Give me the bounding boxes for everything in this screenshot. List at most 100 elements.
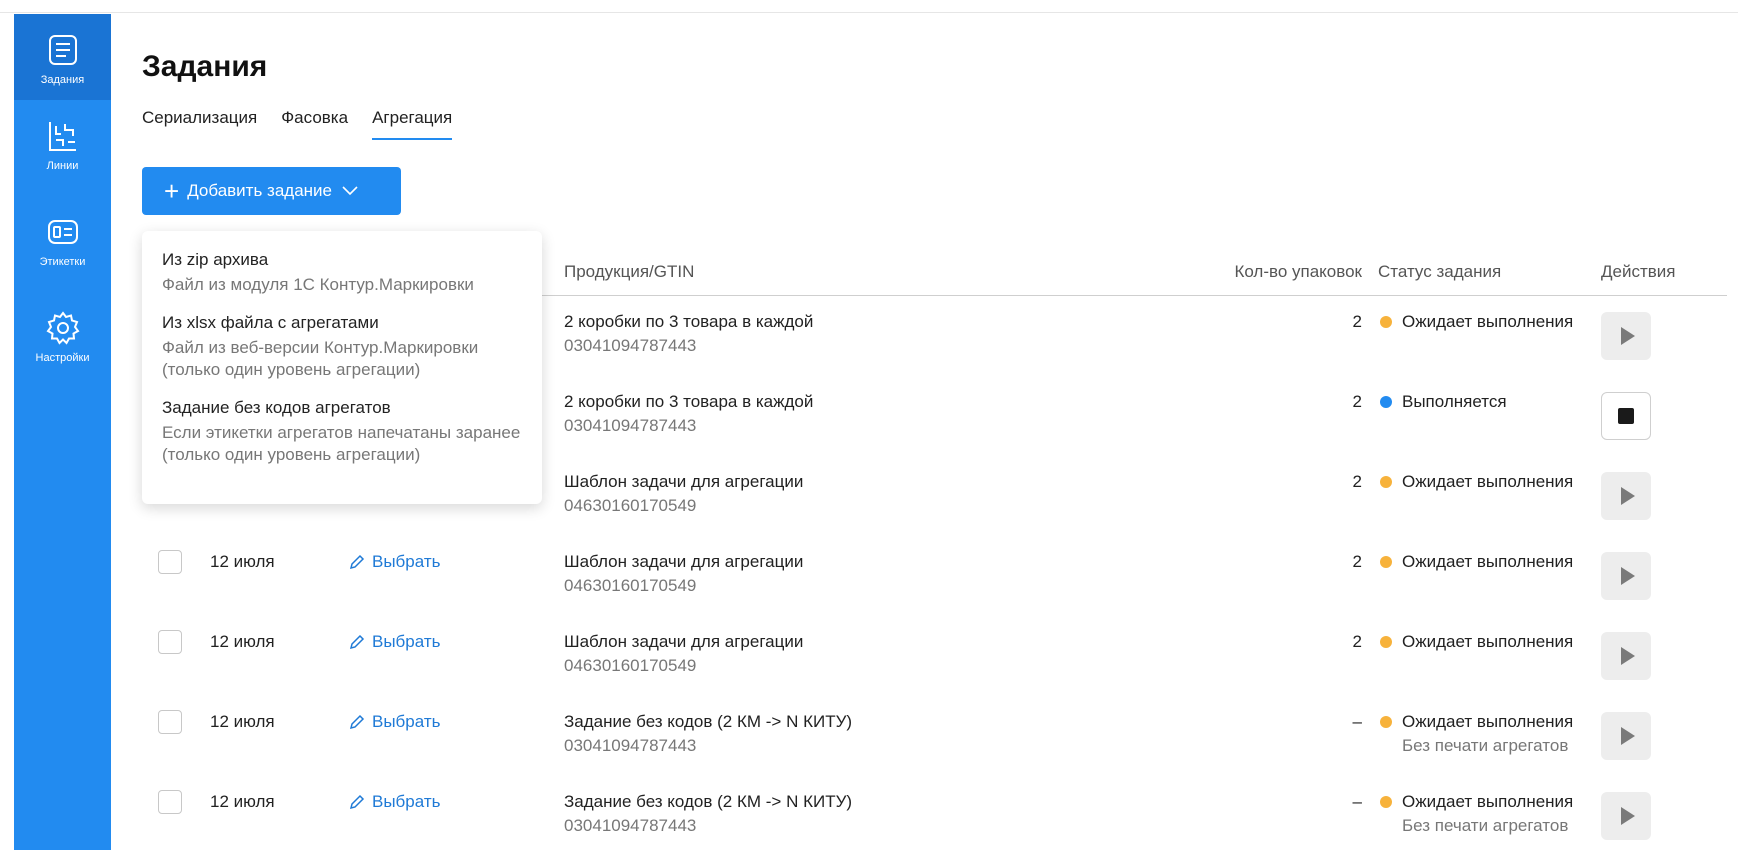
sidebar-item-lines[interactable]: Линии	[14, 100, 111, 196]
pencil-icon	[348, 793, 366, 811]
status-text: Выполняется	[1402, 392, 1507, 412]
add-task-button[interactable]: + Добавить задание	[142, 167, 401, 215]
status-text: Ожидает выполнения	[1402, 552, 1573, 572]
play-button[interactable]	[1601, 712, 1651, 760]
status-text: Ожидает выполнения	[1402, 632, 1573, 652]
sidebar-item-tasks[interactable]: Задания	[14, 14, 111, 100]
table-row: 12 июля Выбрать Задание без кодов (2 КМ …	[142, 698, 1727, 778]
product-gtin: 03041094787443	[564, 816, 852, 836]
column-header-status: Статус задания	[1378, 262, 1501, 282]
task-status: Ожидает выполнения	[1380, 472, 1573, 492]
package-count: 2	[1222, 312, 1362, 332]
select-label: Выбрать	[372, 552, 440, 572]
product-cell: Задание без кодов (2 КМ -> N КИТУ) 03041…	[564, 792, 852, 836]
column-header-actions: Действия	[1601, 262, 1675, 282]
menu-item-description: Файл из модуля 1С Контур.Маркировки	[162, 274, 522, 296]
pencil-icon	[348, 553, 366, 571]
table-row: 12 июля Выбрать Шаблон задачи для агрега…	[142, 618, 1727, 698]
task-status: Выполняется	[1380, 392, 1507, 412]
task-status: Ожидает выполнения	[1380, 632, 1573, 652]
product-name: 2 коробки по 3 товара в каждой	[564, 392, 813, 412]
task-status: Ожидает выполнения Без печати агрегатов	[1380, 792, 1573, 836]
page-title: Задания	[142, 50, 267, 84]
status-subtext: Без печати агрегатов	[1402, 736, 1573, 756]
select-link[interactable]: Выбрать	[348, 792, 440, 812]
package-count: 2	[1222, 632, 1362, 652]
sidebar-item-label: Настройки	[36, 352, 90, 364]
menu-item-title: Из zip архива	[162, 250, 522, 270]
menu-item-from-xlsx[interactable]: Из xlsx файла с агрегатами Файл из веб-в…	[142, 308, 542, 393]
select-link[interactable]: Выбрать	[348, 712, 440, 732]
product-cell: 2 коробки по 3 товара в каждой 030410947…	[564, 392, 813, 436]
play-icon	[1621, 727, 1635, 745]
status-dot-icon	[1380, 716, 1392, 728]
play-icon	[1621, 807, 1635, 825]
product-name: Шаблон задачи для агрегации	[564, 472, 803, 492]
top-border	[0, 0, 1738, 13]
sidebar-item-label: Линии	[47, 160, 79, 172]
select-link[interactable]: Выбрать	[348, 552, 440, 572]
status-dot-icon	[1380, 556, 1392, 568]
row-checkbox[interactable]	[158, 790, 182, 814]
product-gtin: 04630160170549	[564, 576, 803, 596]
play-button[interactable]	[1601, 632, 1651, 680]
product-name: Шаблон задачи для агрегации	[564, 552, 803, 572]
product-name: 2 коробки по 3 товара в каждой	[564, 312, 813, 332]
menu-item-from-zip[interactable]: Из zip архива Файл из модуля 1С Контур.М…	[142, 245, 542, 308]
package-count: 2	[1222, 472, 1362, 492]
tabs: Сериализация Фасовка Агрегация	[142, 108, 476, 140]
product-gtin: 03041094787443	[564, 336, 813, 356]
play-icon	[1621, 487, 1635, 505]
product-gtin: 04630160170549	[564, 656, 803, 676]
row-checkbox[interactable]	[158, 630, 182, 654]
product-cell: Шаблон задачи для агрегации 046301601705…	[564, 472, 803, 516]
product-gtin: 04630160170549	[564, 496, 803, 516]
product-gtin: 03041094787443	[564, 416, 813, 436]
row-checkbox[interactable]	[158, 550, 182, 574]
task-date: 12 июля	[210, 552, 275, 572]
status-text: Ожидает выполнения	[1402, 312, 1573, 332]
select-label: Выбрать	[372, 632, 440, 652]
package-count: –	[1222, 792, 1362, 812]
task-date: 12 июля	[210, 712, 275, 732]
tab-aggregation[interactable]: Агрегация	[372, 108, 452, 140]
menu-item-description: Файл из веб-версии Контур.Маркировки (то…	[162, 337, 522, 381]
play-button[interactable]	[1601, 552, 1651, 600]
status-dot-icon	[1380, 316, 1392, 328]
table-row: 12 июля Выбрать Задание без кодов (2 КМ …	[142, 778, 1727, 858]
sidebar-item-settings[interactable]: Настройки	[14, 292, 111, 388]
status-dot-icon	[1380, 636, 1392, 648]
sidebar-item-labels[interactable]: Этикетки	[14, 196, 111, 292]
menu-item-without-codes[interactable]: Задание без кодов агрегатов Если этикетк…	[142, 393, 542, 478]
status-text: Ожидает выполнения	[1402, 792, 1573, 812]
menu-item-title: Задание без кодов агрегатов	[162, 398, 522, 418]
menu-item-description: Если этикетки агрегатов напечатаны заран…	[162, 422, 522, 466]
status-subtext: Без печати агрегатов	[1402, 816, 1573, 836]
main-content: Задания Сериализация Фасовка Агрегация +…	[142, 14, 1738, 850]
row-checkbox[interactable]	[158, 710, 182, 734]
status-dot-icon	[1380, 396, 1392, 408]
stop-icon	[1618, 408, 1634, 424]
sidebar-item-label: Этикетки	[40, 256, 86, 268]
select-link[interactable]: Выбрать	[348, 632, 440, 652]
tasks-icon	[45, 32, 81, 68]
tab-serialization[interactable]: Сериализация	[142, 108, 257, 140]
status-dot-icon	[1380, 476, 1392, 488]
product-cell: 2 коробки по 3 товара в каждой 030410947…	[564, 312, 813, 356]
tab-packing[interactable]: Фасовка	[281, 108, 348, 140]
package-count: 2	[1222, 392, 1362, 412]
play-button[interactable]	[1601, 312, 1651, 360]
product-name: Шаблон задачи для агрегации	[564, 632, 803, 652]
play-button[interactable]	[1601, 792, 1651, 840]
column-header-qty: Кол-во упаковок	[1222, 262, 1362, 282]
labels-icon	[45, 214, 81, 250]
play-button[interactable]	[1601, 472, 1651, 520]
product-name: Задание без кодов (2 КМ -> N КИТУ)	[564, 792, 852, 812]
stop-button[interactable]	[1601, 392, 1651, 440]
add-task-label: Добавить задание	[187, 181, 332, 201]
status-text: Ожидает выполнения	[1402, 472, 1573, 492]
product-cell: Шаблон задачи для агрегации 046301601705…	[564, 552, 803, 596]
play-icon	[1621, 567, 1635, 585]
sidebar-item-label: Задания	[41, 74, 84, 86]
task-date: 12 июля	[210, 792, 275, 812]
